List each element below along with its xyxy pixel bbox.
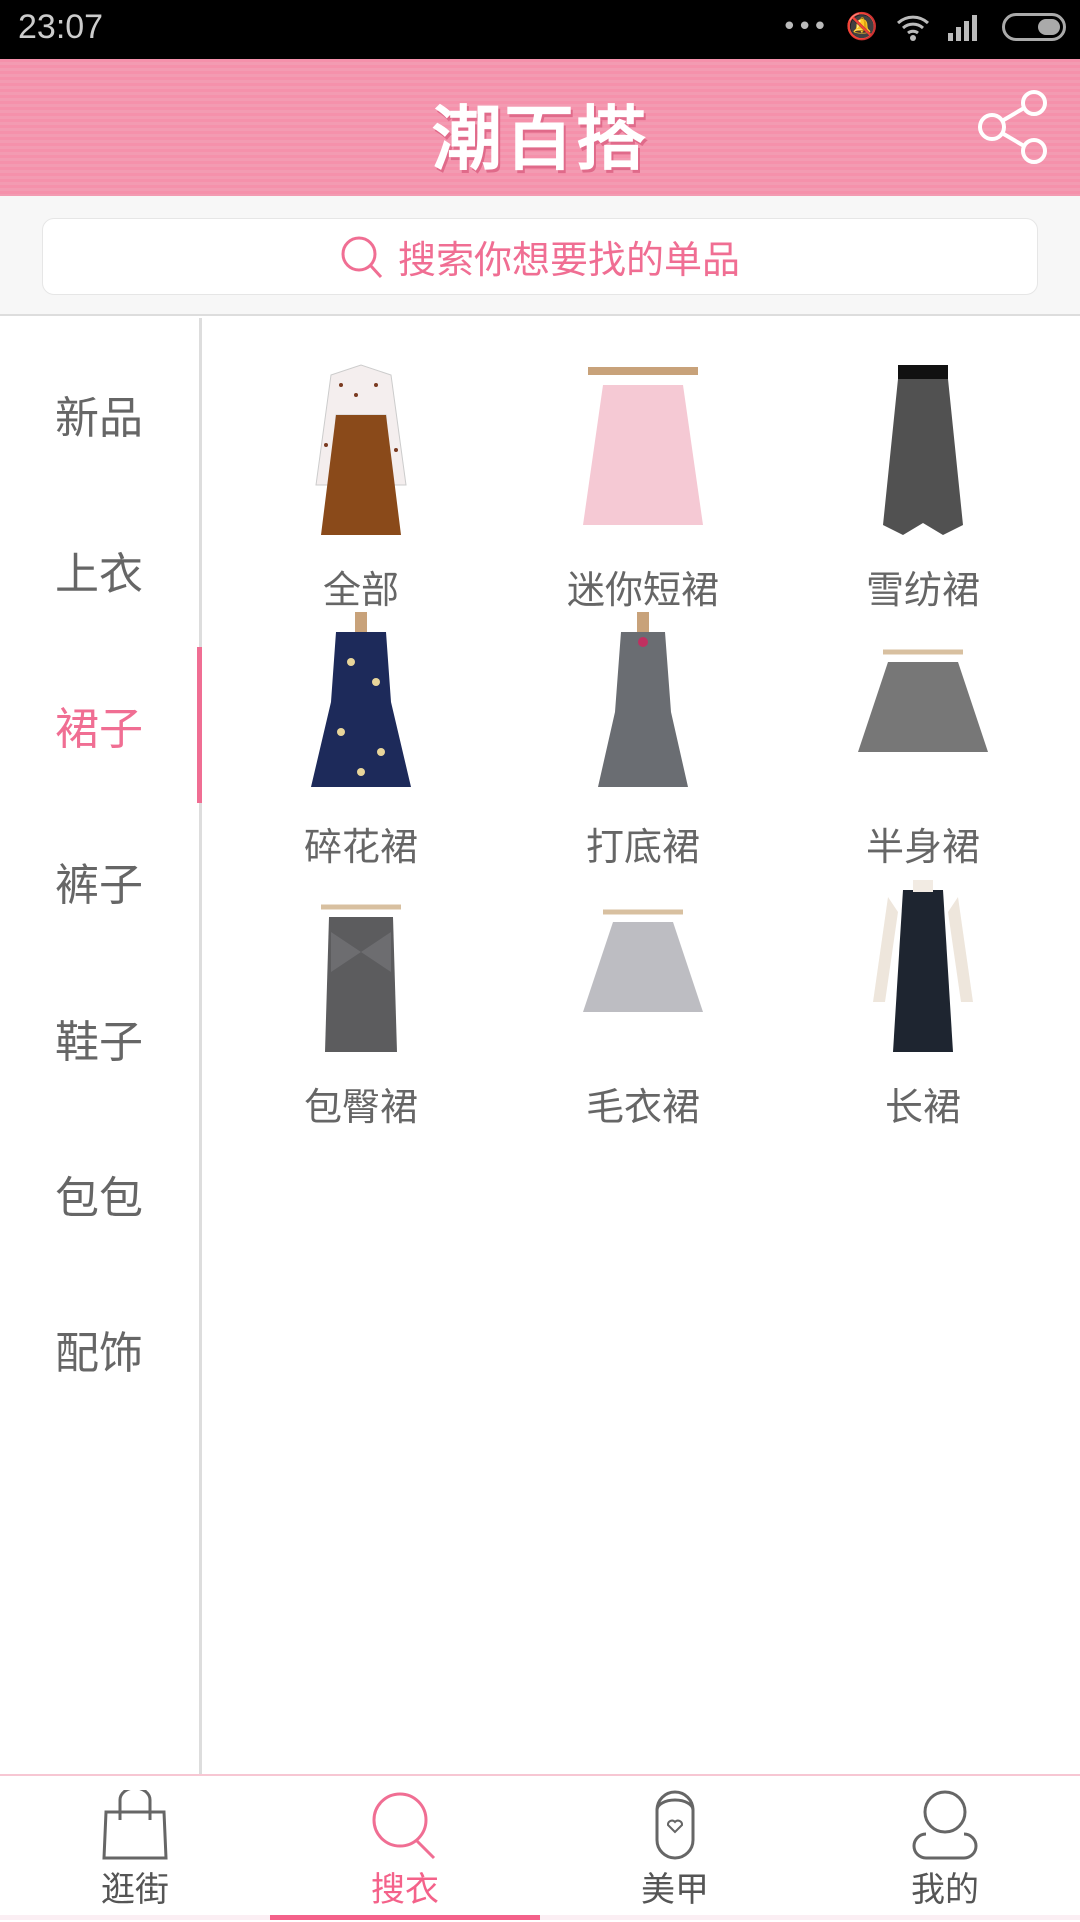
grid-item-all[interactable]: 全部 [231,355,491,615]
navy-long-dress-image [873,880,973,1052]
grid-item-base-dress[interactable]: 打底裙 [513,612,773,872]
nav-label: 美甲 [641,1870,709,1910]
floral-dress-image [311,612,411,787]
search-icon [372,1792,436,1860]
grid-item-label: 打底裙 [585,825,700,869]
user-icon [912,1790,978,1860]
search-placeholder: 搜索你想要找的单品 [397,238,740,282]
grid-item-floral-dress[interactable]: 碎花裙 [231,612,491,872]
nav-underline-track [0,1915,1080,1920]
share-icon[interactable] [976,89,1052,165]
nav-active-indicator [270,1915,540,1920]
bow-pencil-skirt-image [321,904,401,1052]
grid-item-label: 全部 [322,568,399,612]
grid-item-label: 雪纺裙 [865,568,980,612]
grey-dress-image [598,612,688,787]
bottom-nav: 逛街 搜衣 美甲 我的 [0,1774,1080,1920]
light-grey-skirt-image [583,909,703,1012]
grid-item-label: 长裙 [884,1085,961,1129]
search-input[interactable]: 搜索你想要找的单品 [42,218,1038,295]
category-sidebar: 新品 上衣 裙子 裤子 鞋子 包包 配饰 [0,318,202,1774]
pink-skirt-image [583,367,703,525]
grid-item-sweater-skirt[interactable]: 毛衣裙 [513,872,773,1132]
more-dots-icon: ••• [781,12,828,42]
nav-nails[interactable]: 美甲 [540,1776,810,1922]
sidebar-item-tops[interactable]: 上衣 [0,492,202,648]
grid-item-pencil-skirt[interactable]: 包臀裙 [231,872,491,1132]
nav-shopping[interactable]: 逛街 [0,1776,270,1922]
nav-profile[interactable]: 我的 [810,1776,1080,1922]
shopping-bag-icon [102,1790,168,1860]
sidebar-item-new[interactable]: 新品 [0,336,202,492]
nav-search-clothes[interactable]: 搜衣 [270,1776,540,1922]
search-icon [341,236,383,278]
grid-item-label: 碎花裙 [303,825,418,869]
grid-item-label: 毛衣裙 [585,1085,700,1129]
grid-item-chiffon-skirt[interactable]: 雪纺裙 [793,355,1053,615]
battery-icon [1002,13,1066,41]
sidebar-item-pants[interactable]: 裤子 [0,803,202,959]
status-time: 23:07 [18,8,104,46]
grid-item-label: 迷你短裙 [566,568,719,612]
black-chiffon-skirt-image [883,365,963,535]
overall-dress-image [315,364,407,535]
grid-item-long-dress[interactable]: 长裙 [793,872,1053,1132]
nav-label: 我的 [911,1870,979,1910]
signal-icon [948,15,977,41]
nav-label: 逛街 [101,1870,169,1910]
grey-flared-skirt-image [858,649,988,752]
sidebar-item-shoes[interactable]: 鞋子 [0,960,202,1116]
sidebar-item-skirts[interactable]: 裙子 [0,647,202,803]
grid-item-half-skirt[interactable]: 半身裙 [793,612,1053,872]
nav-label: 搜衣 [371,1870,439,1910]
wifi-icon [896,15,930,41]
status-bar: 23:07 ••• 🔕 [0,0,1080,59]
search-area: 搜索你想要找的单品 [0,196,1080,316]
nail-icon [655,1790,695,1860]
sidebar-item-bags[interactable]: 包包 [0,1116,202,1272]
active-indicator [197,647,202,803]
grid-item-label: 包臀裙 [303,1085,418,1129]
grid-item-label: 半身裙 [865,825,980,869]
grid-item-mini-skirt[interactable]: 迷你短裙 [513,355,773,615]
app-header: 潮百搭 [0,59,1080,196]
mute-bell-icon: 🔕 [845,12,878,42]
sidebar-item-accessories[interactable]: 配饰 [0,1271,202,1427]
app-logo: 潮百搭 [432,98,648,180]
